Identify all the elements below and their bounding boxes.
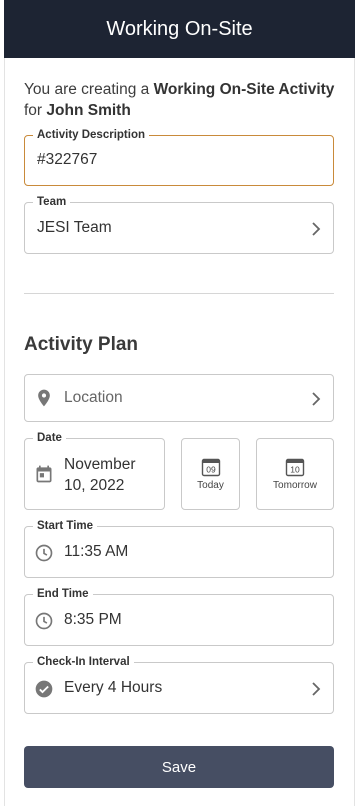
check-circle-icon xyxy=(35,680,53,698)
activity-description-field[interactable]: Activity Description #322767 xyxy=(24,128,334,186)
date-label: Date xyxy=(33,431,66,445)
calendar-tomorrow-icon: 10 xyxy=(285,458,305,477)
start-time-value: 11:35 AM xyxy=(64,543,129,560)
intro-for: for xyxy=(24,102,47,119)
location-field[interactable]: Location xyxy=(24,374,334,422)
section-divider xyxy=(24,293,334,294)
save-button-label: Save xyxy=(161,758,197,776)
activity-description-value[interactable]: #322767 xyxy=(37,151,97,169)
checkin-interval-field[interactable]: Check-In Interval Every 4 Hours xyxy=(24,655,334,714)
today-label: Today xyxy=(197,480,224,491)
app-header: Working On-Site xyxy=(4,0,355,58)
chevron-right-icon xyxy=(312,392,321,406)
clock-icon xyxy=(35,612,53,630)
intro-prefix: You are creating a xyxy=(24,81,154,98)
today-day: 09 xyxy=(206,465,216,475)
checkin-interval-value: Every 4 Hours xyxy=(64,679,163,696)
tomorrow-button[interactable]: 10 Tomorrow xyxy=(256,438,334,510)
clock-icon xyxy=(35,544,53,562)
team-value: JESI Team xyxy=(37,219,112,236)
tomorrow-label: Tomorrow xyxy=(273,480,317,491)
end-time-field[interactable]: End Time 8:35 PM xyxy=(24,587,334,646)
calendar-icon xyxy=(36,465,52,483)
date-value: November 10, 2022 xyxy=(64,456,136,494)
save-button[interactable]: Save xyxy=(24,746,334,788)
intro-activity: Working On-Site Activity xyxy=(153,81,335,98)
today-button[interactable]: 09 Today xyxy=(181,438,240,510)
chevron-right-icon xyxy=(312,222,321,236)
start-time-field[interactable]: Start Time 11:35 AM xyxy=(24,519,334,578)
chevron-right-icon xyxy=(312,682,321,696)
date-field[interactable]: Date November 10, 2022 xyxy=(24,431,165,510)
calendar-today-icon: 09 xyxy=(201,458,220,477)
start-time-label: Start Time xyxy=(33,519,98,533)
end-time-value: 8:35 PM xyxy=(64,611,122,628)
end-time-label: End Time xyxy=(33,587,93,601)
page-title: Working On-Site xyxy=(106,17,253,40)
intro-text: You are creating a Working On-Site Activ… xyxy=(24,79,339,121)
location-pin-icon xyxy=(38,389,50,407)
tomorrow-day: 10 xyxy=(290,465,300,475)
intro-person: John Smith xyxy=(46,102,131,119)
team-label: Team xyxy=(33,195,71,209)
activity-plan-heading: Activity Plan xyxy=(24,334,139,355)
activity-description-label: Activity Description xyxy=(33,128,149,142)
location-placeholder: Location xyxy=(64,389,123,406)
team-field[interactable]: Team JESI Team xyxy=(24,195,334,254)
checkin-interval-label: Check-In Interval xyxy=(33,655,134,669)
